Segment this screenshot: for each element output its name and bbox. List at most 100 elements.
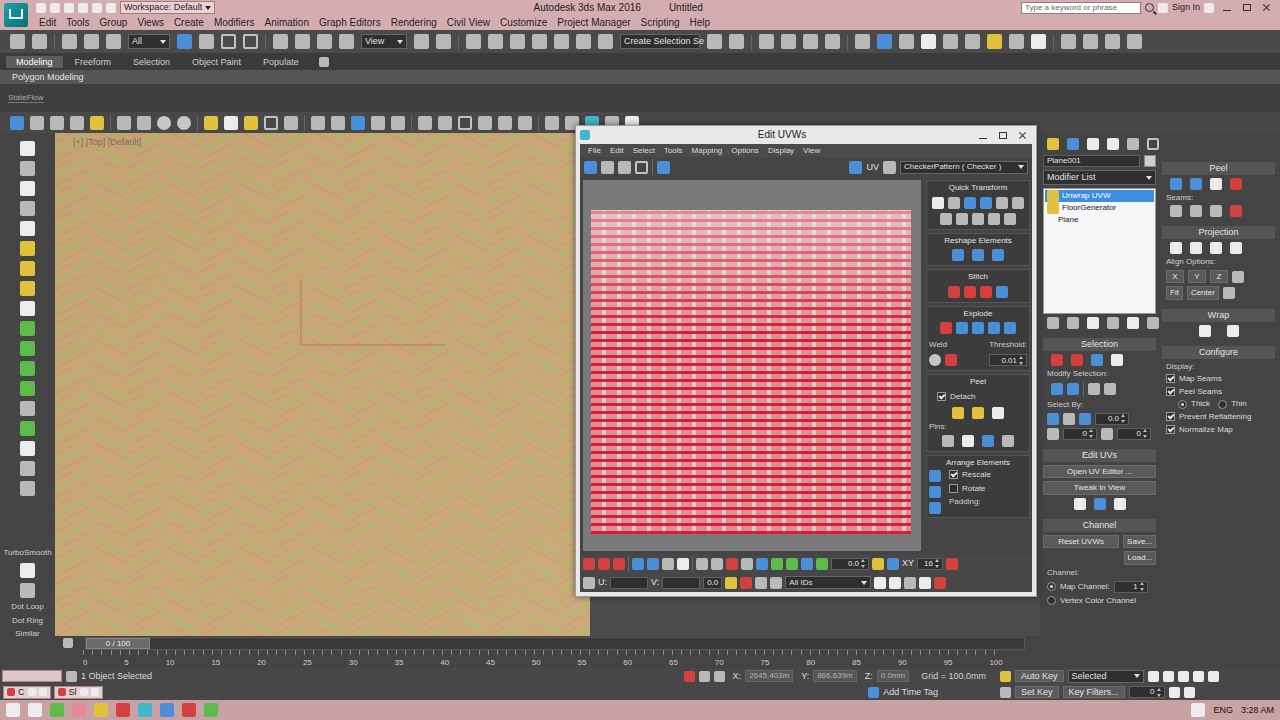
- projection-icon[interactable]: [1210, 242, 1222, 254]
- rollout-title[interactable]: Arrange Elements: [929, 457, 1027, 469]
- tool-icon[interactable]: [598, 34, 613, 49]
- quick-access-icon[interactable]: [50, 3, 60, 13]
- rollout-header[interactable]: Configure: [1162, 346, 1275, 359]
- menu-item[interactable]: Rendering: [386, 17, 442, 29]
- uv-select-icon[interactable]: [598, 558, 610, 570]
- uv-view-icon[interactable]: [872, 558, 884, 570]
- explode-icon[interactable]: [956, 322, 968, 334]
- tool-icon[interactable]: [877, 34, 892, 49]
- checkbox[interactable]: [1166, 425, 1175, 434]
- quick-transform-icon[interactable]: [1012, 197, 1024, 209]
- tool-icon[interactable]: [10, 116, 24, 130]
- command-tab-icon[interactable]: [1047, 138, 1059, 150]
- radio-button[interactable]: [1047, 596, 1056, 605]
- quick-access-icon[interactable]: [36, 3, 46, 13]
- uv-transform-icon[interactable]: [618, 161, 631, 174]
- tool-icon[interactable]: [137, 116, 151, 130]
- tool-icon[interactable]: [90, 116, 104, 130]
- tool-icon[interactable]: [825, 34, 840, 49]
- stitch-icon[interactable]: [980, 286, 992, 298]
- weld-icon[interactable]: [945, 354, 957, 366]
- stack-tool-icon[interactable]: [1147, 317, 1159, 329]
- dropdown-value[interactable]: All IDs: [789, 578, 812, 588]
- rollout-header[interactable]: Wrap: [1162, 309, 1275, 322]
- search-icon[interactable]: [1145, 3, 1154, 12]
- uv-space-label[interactable]: UV: [866, 162, 879, 173]
- time-config-icon[interactable]: [1184, 687, 1195, 698]
- modify-selection-icon[interactable]: [1067, 383, 1079, 395]
- quick-access-icon[interactable]: [78, 3, 88, 13]
- absolute-mode-icon[interactable]: [583, 577, 595, 589]
- button-label[interactable]: Tweak In View: [1074, 483, 1125, 492]
- material-id-filter[interactable]: All IDs: [785, 576, 871, 589]
- button-label[interactable]: Open UV Editor ...: [1067, 467, 1132, 476]
- selection-lock-icon[interactable]: [66, 671, 77, 682]
- modeling-icon[interactable]: [20, 201, 35, 216]
- checkbox-option[interactable]: Prevent Reflattening: [1166, 412, 1252, 422]
- explode-icon[interactable]: [988, 322, 1000, 334]
- reshape-icon[interactable]: [992, 249, 1004, 261]
- playback-icon[interactable]: [1208, 671, 1219, 682]
- menu-item[interactable]: Scripting: [636, 17, 685, 29]
- key-mode[interactable]: Selected: [1068, 670, 1144, 683]
- tool-icon[interactable]: [273, 34, 288, 49]
- radio-label[interactable]: Vertex Color Channel: [1060, 596, 1136, 606]
- menu-item[interactable]: Edit: [610, 146, 624, 156]
- reference-coordinate[interactable]: View: [361, 34, 407, 49]
- set-key-button[interactable]: Set Key: [1015, 686, 1059, 699]
- tool-icon[interactable]: [781, 34, 796, 49]
- dropdown-value[interactable]: Create Selection Se: [624, 36, 704, 47]
- tool-icon[interactable]: [70, 116, 84, 130]
- modeling-icon[interactable]: [20, 221, 35, 236]
- menu-item[interactable]: Civil View: [442, 17, 495, 29]
- quick-transform-icon[interactable]: [996, 197, 1008, 209]
- taskbar-app-icon[interactable]: [6, 703, 20, 717]
- w-field[interactable]: 0.0: [703, 577, 722, 589]
- tool-icon[interactable]: [177, 34, 192, 49]
- taskbar-app-icon[interactable]: [72, 703, 86, 717]
- taskbar-app-icon[interactable]: [160, 703, 174, 717]
- checkbox-option[interactable]: Peel Seams: [1166, 387, 1222, 397]
- uv-select-icon[interactable]: [801, 558, 813, 570]
- list-icon[interactable]: [883, 161, 896, 174]
- toolbar-label[interactable]: Dot Ring: [12, 617, 43, 626]
- reshape-icon[interactable]: [972, 249, 984, 261]
- quick-transform-icon[interactable]: [932, 197, 944, 209]
- uv-nav-icon[interactable]: [874, 577, 886, 589]
- modeling-icon[interactable]: [20, 341, 35, 356]
- checkbox[interactable]: [949, 484, 958, 493]
- dropdown-value[interactable]: All: [132, 36, 142, 47]
- uv-select-icon[interactable]: [771, 558, 783, 570]
- peel-icon[interactable]: [1230, 178, 1242, 190]
- uv-nav-icon[interactable]: [889, 577, 901, 589]
- coordinate-field[interactable]: 866.639m: [813, 670, 857, 682]
- uv-option-icon[interactable]: [755, 577, 767, 589]
- command-tab-icon[interactable]: [1087, 138, 1099, 150]
- workspace-dropdown[interactable]: Workspace: Default: [120, 1, 215, 14]
- coordinate-field[interactable]: 2645.403m: [745, 670, 793, 682]
- axis-button[interactable]: Y: [1188, 270, 1206, 284]
- button-label[interactable]: Fit: [1170, 288, 1179, 297]
- tool-icon[interactable]: [243, 34, 258, 49]
- dropdown-value[interactable]: View: [365, 36, 384, 47]
- spinner-arrows-icon[interactable]: [1157, 688, 1162, 697]
- rollout-header[interactable]: Selection: [1043, 338, 1156, 351]
- spinner-field[interactable]: 1: [1114, 581, 1148, 593]
- spinner-field[interactable]: 0: [1117, 428, 1151, 440]
- status-icon[interactable]: [714, 671, 725, 682]
- tool-icon[interactable]: [759, 34, 774, 49]
- playback-icon[interactable]: [1163, 671, 1174, 682]
- close-icon[interactable]: [91, 688, 99, 696]
- restore-icon[interactable]: [80, 688, 88, 696]
- taskbar-app-icon[interactable]: [116, 703, 130, 717]
- sub-object-icon[interactable]: [1051, 354, 1063, 366]
- checkbox[interactable]: [937, 392, 946, 401]
- save-button[interactable]: Save...: [1123, 535, 1156, 549]
- key-icon[interactable]: [1000, 671, 1011, 682]
- rollout-title[interactable]: Quick Transform: [929, 182, 1027, 194]
- peel-icon[interactable]: [1170, 178, 1182, 190]
- checkbox-label[interactable]: Rotate: [962, 484, 986, 494]
- button-label[interactable]: X: [1172, 272, 1177, 281]
- fit-button[interactable]: Fit: [1166, 286, 1183, 300]
- rollout-header[interactable]: Channel: [1043, 519, 1156, 532]
